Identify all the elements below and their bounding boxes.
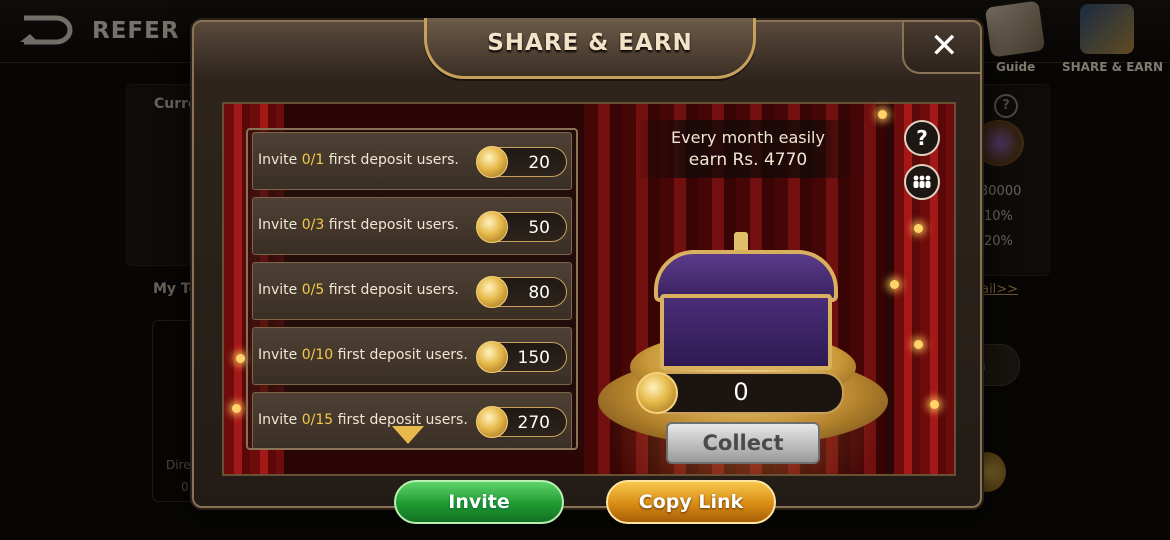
light-bulb [930, 400, 939, 409]
list-item: Invite 0/3 first deposit users. 50 [252, 197, 572, 255]
task-label: Invite 0/15 first deposit users. [258, 412, 468, 428]
reward-badge: 20 [476, 146, 567, 178]
light-bulb [914, 340, 923, 349]
close-button[interactable]: ✕ [902, 22, 980, 74]
team-icon [913, 175, 931, 188]
reward-badge: 270 [476, 406, 567, 438]
list-item: Invite 0/5 first deposit users. 80 [252, 262, 572, 320]
reward-value: 270 [517, 413, 550, 433]
earn-line-2: earn Rs. 4770 [688, 150, 808, 170]
light-bulb [890, 280, 899, 289]
team-button[interactable] [904, 164, 940, 200]
collect-button[interactable]: Collect [666, 422, 820, 464]
chest-body [660, 294, 832, 370]
coin-icon [476, 341, 508, 373]
earn-line-1: Every month easily [671, 128, 825, 147]
chest-icon [654, 232, 838, 370]
help-button[interactable]: ? [904, 120, 940, 156]
reward-badge: 50 [476, 211, 567, 243]
light-bulb [914, 224, 923, 233]
help-icon: ? [916, 126, 928, 150]
arrow-down-icon[interactable] [392, 426, 424, 444]
accumulated-amount: 0 [636, 372, 844, 414]
coin-icon [476, 146, 508, 178]
invite-button[interactable]: Invite [394, 480, 564, 524]
reward-badge: 150 [476, 341, 567, 373]
reward-value: 80 [528, 283, 550, 303]
coin-icon [476, 406, 508, 438]
curtain-right [894, 104, 954, 474]
task-label: Invite 0/3 first deposit users. [258, 217, 459, 233]
monthly-earn-banner: Every month easily earn Rs. 4770 [638, 120, 858, 178]
dialog-title-plate: SHARE & EARN [424, 18, 756, 79]
reward-value: 50 [528, 218, 550, 238]
share-earn-dialog: SHARE & EARN ✕ Invite 0/1 first deposit … [192, 18, 982, 508]
amount-value: 0 [733, 378, 749, 406]
coin-icon [476, 276, 508, 308]
coin-icon [476, 211, 508, 243]
task-label: Invite 0/10 first deposit users. [258, 347, 468, 363]
reward-value: 20 [528, 153, 550, 173]
list-item: Invite 0/10 first deposit users. 150 [252, 327, 572, 385]
light-bulb [236, 354, 245, 363]
stage-panel: Invite 0/1 first deposit users. 20 Invit… [222, 102, 956, 476]
copy-link-button[interactable]: Copy Link [606, 480, 776, 524]
task-label: Invite 0/1 first deposit users. [258, 152, 459, 168]
reward-value: 150 [517, 348, 550, 368]
light-bulb [232, 404, 241, 413]
list-item: Invite 0/1 first deposit users. 20 [252, 132, 572, 190]
task-label: Invite 0/5 first deposit users. [258, 282, 459, 298]
dialog-title: SHARE & EARN [487, 30, 693, 56]
reward-badge: 80 [476, 276, 567, 308]
invite-task-list[interactable]: Invite 0/1 first deposit users. 20 Invit… [246, 128, 578, 450]
light-bulb [878, 110, 887, 119]
close-icon: ✕ [930, 26, 959, 66]
